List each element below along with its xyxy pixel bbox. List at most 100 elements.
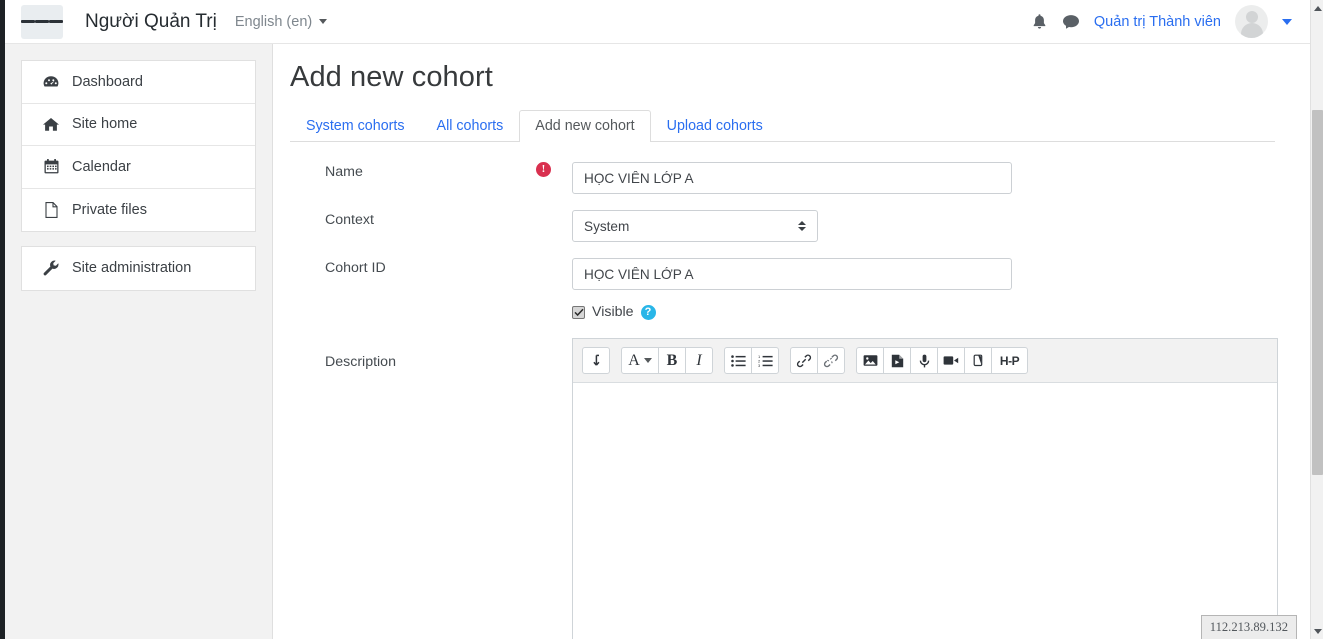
ip-address-badge: 112.213.89.132 <box>1201 615 1297 639</box>
sidebar-item-site-home[interactable]: Site home <box>22 104 255 147</box>
tab-all-cohorts[interactable]: All cohorts <box>421 110 520 142</box>
browser-scrollbar[interactable] <box>1310 0 1323 639</box>
required-error-icon: ! <box>536 162 551 177</box>
form-row-cohort-id: Cohort ID <box>290 258 1310 290</box>
italic-glyph: I <box>696 352 701 370</box>
expand-toolbar-button[interactable] <box>582 347 610 374</box>
help-icon[interactable]: ? <box>641 305 656 320</box>
avatar-body <box>1241 23 1263 38</box>
select-arrow-up <box>798 221 806 225</box>
language-menu[interactable]: English (en) <box>235 14 327 30</box>
name-input[interactable] <box>572 162 1012 194</box>
sidebar-item-label: Site home <box>72 116 137 132</box>
scroll-down-button[interactable] <box>1311 623 1323 639</box>
add-cohort-form: Name ! Context System <box>290 142 1310 639</box>
form-row-visible: Visible ? <box>572 304 1310 320</box>
sidebar-item-site-administration[interactable]: Site administration <box>22 247 255 290</box>
tab-upload-cohorts[interactable]: Upload cohorts <box>651 110 779 142</box>
sidebar-item-label: Dashboard <box>72 74 143 90</box>
cohort-id-label: Cohort ID <box>290 258 536 278</box>
hamburger-bar <box>21 20 35 22</box>
language-menu-label: English (en) <box>235 14 312 30</box>
chat-icon[interactable] <box>1062 14 1080 30</box>
link-button[interactable] <box>790 347 818 374</box>
toolbar-group-lists: 1 2 3 <box>724 347 779 374</box>
toolbar-group-links <box>790 347 845 374</box>
chevron-down-icon <box>319 19 327 24</box>
sidebar-item-label: Calendar <box>72 159 131 175</box>
wrench-icon <box>41 260 61 276</box>
file-icon <box>41 202 61 218</box>
record-audio-button[interactable] <box>910 347 938 374</box>
tab-add-new-cohort[interactable]: Add new cohort <box>519 110 650 142</box>
hamburger-bar <box>49 20 63 22</box>
record-video-button[interactable] <box>937 347 965 374</box>
form-row-name: Name ! <box>290 162 1310 194</box>
dashboard-icon <box>41 75 61 89</box>
unlink-button[interactable] <box>817 347 845 374</box>
font-style-glyph: A <box>628 352 640 370</box>
name-required-flag: ! <box>536 162 572 177</box>
select-updown-icon <box>798 221 806 231</box>
media-button[interactable] <box>883 347 911 374</box>
editor-toolbar: A B I <box>573 339 1277 383</box>
sidebar-item-label: Site administration <box>72 260 191 276</box>
user-menu-chevron-down-icon[interactable] <box>1282 19 1292 25</box>
toolbar-group-expand <box>582 347 610 374</box>
sidebar-group-primary: Dashboard Site home <box>21 60 256 232</box>
scrollbar-thumb[interactable] <box>1312 110 1323 475</box>
toolbar-group-format: A B I <box>621 347 713 374</box>
svg-text:3: 3 <box>758 363 761 367</box>
navbar-right-cluster: Quản trị Thành viên <box>1031 5 1292 38</box>
manage-files-button[interactable] <box>964 347 992 374</box>
h5p-button[interactable]: H-P <box>991 347 1028 374</box>
hamburger-bar <box>35 20 49 22</box>
sidebar-item-dashboard[interactable]: Dashboard <box>22 61 255 104</box>
form-row-context: Context System <box>290 210 1310 242</box>
bell-icon[interactable] <box>1031 13 1048 31</box>
name-label: Name <box>290 162 536 182</box>
top-navbar: Người Quản Trị English (en) Quản trị Thà… <box>5 0 1310 44</box>
description-editor: A B I <box>572 338 1278 639</box>
description-label: Description <box>290 344 536 372</box>
context-select-value: System <box>584 219 629 234</box>
chevron-down-icon <box>1314 629 1322 634</box>
select-arrow-down <box>798 227 806 231</box>
page-title: Add new cohort <box>290 61 1310 94</box>
h5p-glyph: H-P <box>1000 354 1019 368</box>
sidebar: Dashboard Site home <box>5 44 273 639</box>
sidebar-item-label: Private files <box>72 202 147 218</box>
context-label: Context <box>290 210 536 230</box>
site-brand-title[interactable]: Người Quản Trị <box>85 11 217 33</box>
scroll-up-button[interactable] <box>1311 0 1323 16</box>
context-select[interactable]: System <box>572 210 818 242</box>
page-root: Người Quản Trị English (en) Quản trị Thà… <box>0 0 1323 639</box>
bold-button[interactable]: B <box>658 347 686 374</box>
home-icon <box>41 117 61 132</box>
visible-label: Visible <box>592 304 634 320</box>
bold-glyph: B <box>667 352 678 370</box>
visible-checkbox[interactable] <box>572 306 585 319</box>
main-content: Add new cohort System cohorts All cohort… <box>273 44 1310 639</box>
font-style-button[interactable]: A <box>621 347 659 374</box>
avatar[interactable] <box>1235 5 1268 38</box>
cohort-tabs: System cohorts All cohorts Add new cohor… <box>290 110 1275 142</box>
description-textarea[interactable] <box>573 383 1277 639</box>
sidebar-item-calendar[interactable]: Calendar <box>22 146 255 189</box>
user-profile-link[interactable]: Quản trị Thành viên <box>1094 14 1221 30</box>
sidebar-item-private-files[interactable]: Private files <box>22 189 255 232</box>
chevron-up-icon <box>1314 6 1322 11</box>
toolbar-group-media: H-P <box>856 347 1028 374</box>
page-body: Dashboard Site home <box>5 44 1310 639</box>
sidebar-group-admin: Site administration <box>21 246 256 291</box>
cohort-id-input[interactable] <box>572 258 1012 290</box>
calendar-icon <box>41 159 61 174</box>
menu-toggle-button[interactable] <box>21 5 63 39</box>
image-button[interactable] <box>856 347 884 374</box>
chevron-down-icon <box>644 358 652 363</box>
italic-button[interactable]: I <box>685 347 713 374</box>
numbered-list-button[interactable]: 1 2 3 <box>751 347 779 374</box>
bullet-list-button[interactable] <box>724 347 752 374</box>
avatar-head <box>1246 11 1258 23</box>
tab-system-cohorts[interactable]: System cohorts <box>290 110 421 142</box>
